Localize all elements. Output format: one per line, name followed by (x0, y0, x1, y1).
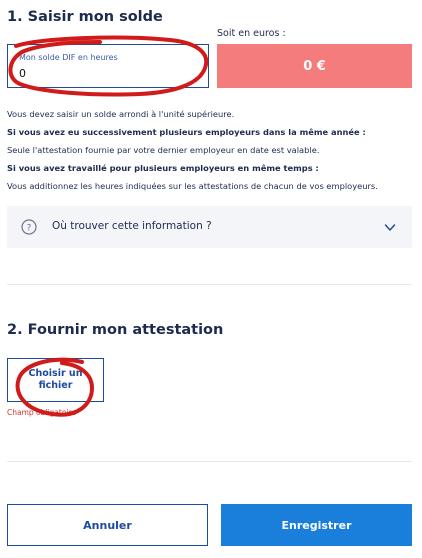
hours-input[interactable]: Mon solde DIF en heures 0 (7, 44, 209, 88)
section1-title: 1. Saisir mon solde (7, 9, 163, 25)
info-line-1: Vous devez saisir un solde arrondi à l'u… (7, 109, 235, 119)
info-line-4: Si vous avez travaillé pour plusieurs em… (7, 163, 319, 173)
accordion-label: Où trouver cette information ? (52, 220, 212, 232)
chevron-down-icon[interactable] (384, 223, 396, 232)
hours-input-value[interactable]: 0 (19, 67, 26, 80)
euros-value-box: 0 € (217, 44, 412, 88)
divider (7, 461, 412, 462)
hours-input-label: Mon solde DIF en heures (19, 53, 118, 62)
choose-file-label: Choisir un fichier (28, 368, 83, 391)
cancel-label: Annuler (83, 518, 132, 532)
info-line-2: Si vous avez eu successivement plusieurs… (7, 127, 366, 137)
info-line-5: Vous additionnez les heures indiquées su… (7, 181, 378, 191)
euros-label: Soit en euros : (217, 28, 286, 39)
divider (7, 284, 412, 285)
help-icon: ? (21, 219, 37, 235)
cancel-button[interactable]: Annuler (7, 504, 208, 546)
info-line-3: Seule l'attestation fournie par votre de… (7, 145, 320, 155)
save-label: Enregistrer (281, 518, 352, 532)
choose-file-button[interactable]: Choisir un fichier (7, 358, 104, 402)
save-button[interactable]: Enregistrer (221, 504, 412, 546)
svg-text:?: ? (27, 224, 32, 234)
info-accordion[interactable]: ? Où trouver cette information ? (7, 206, 412, 248)
required-error: Champ obligatoire (7, 408, 77, 417)
euros-value: 0 € (303, 58, 326, 74)
section2-title: 2. Fournir mon attestation (7, 322, 224, 338)
